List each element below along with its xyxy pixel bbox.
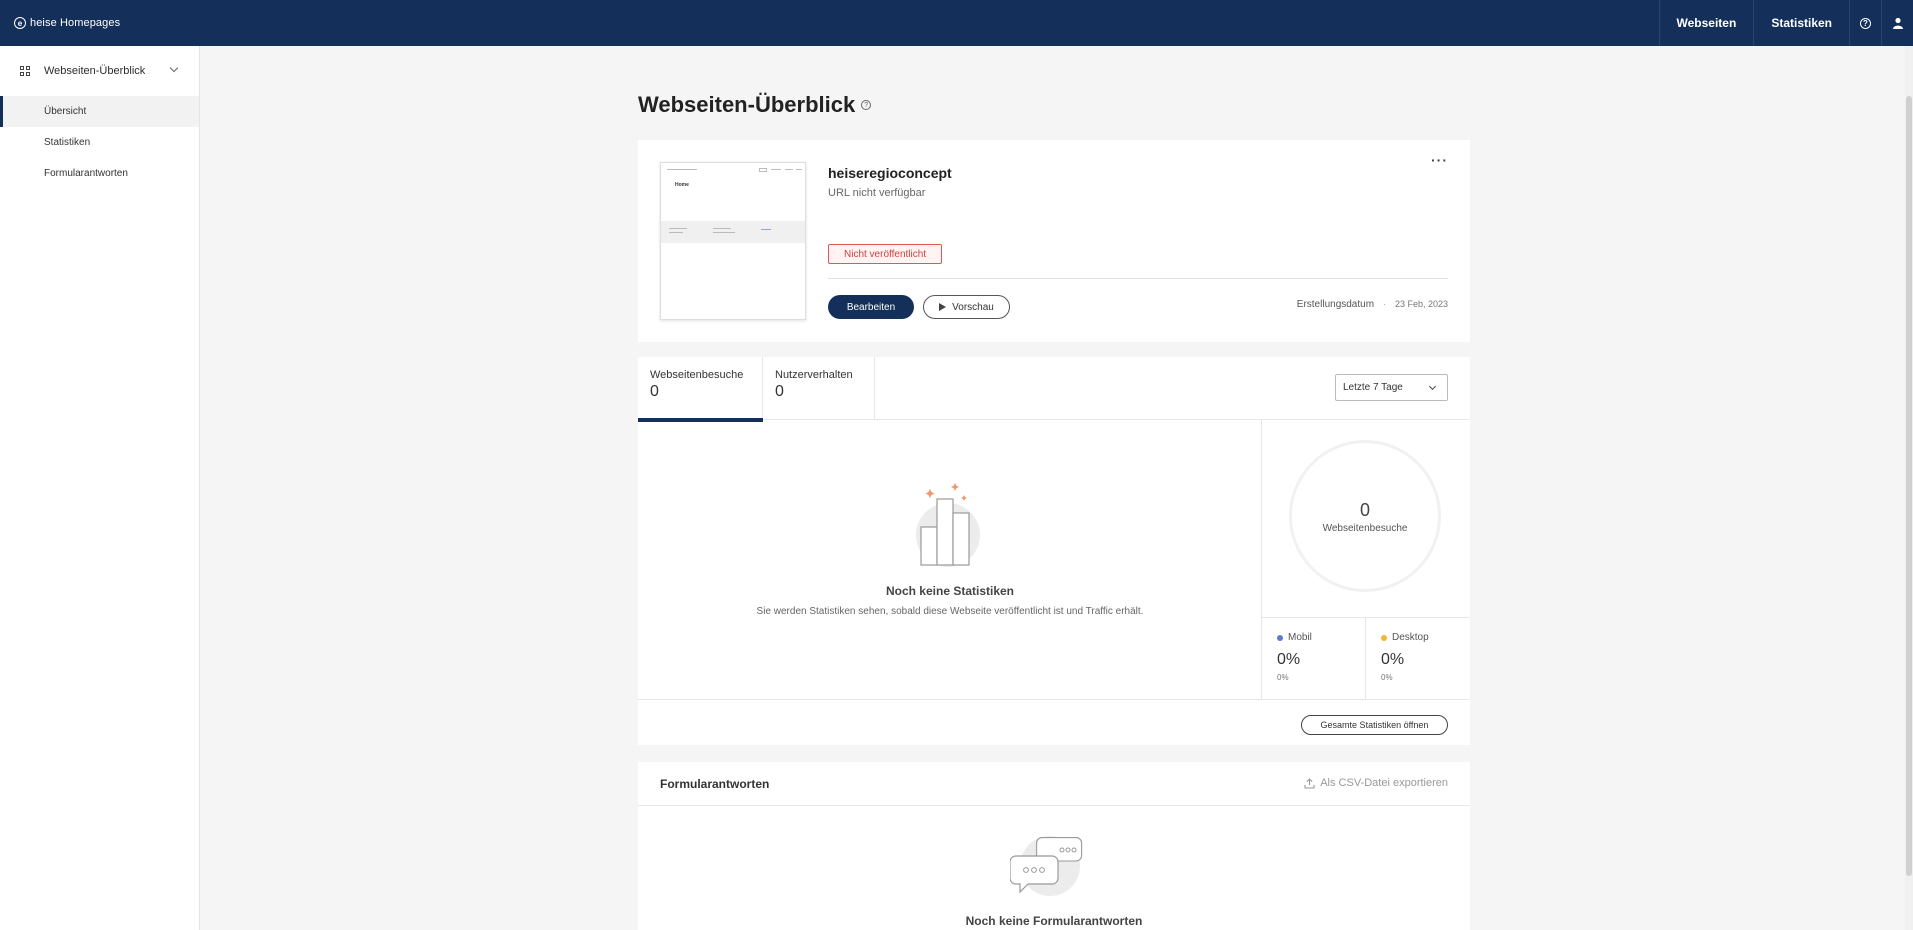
empty-stats-title: Noch keine Statistiken (885, 584, 1015, 598)
upload-icon (1304, 777, 1315, 789)
tab-value: 0 (650, 383, 750, 401)
info-icon[interactable]: ? (861, 100, 872, 110)
website-name: heiseregioconcept (828, 165, 952, 181)
visits-label: Webseitenbesuche (1322, 523, 1408, 534)
preview-label: Vorschau (952, 301, 994, 313)
separator-dot: · (1382, 299, 1387, 310)
empty-stats-text: Sie werden Statistiken sehen, sobald die… (756, 606, 1144, 617)
preview-button[interactable]: Vorschau (923, 295, 1010, 319)
website-card: Home heiseregioconcept URL nicht verfügb… (638, 140, 1470, 342)
thumbnail-band-link (761, 229, 771, 230)
thumbnail-nav-box (759, 168, 767, 172)
top-bar: e heise Homepages Webseiten Statistiken … (0, 0, 1913, 46)
nav-statistiken[interactable]: Statistiken (1753, 0, 1849, 46)
thumbnail-title: Home (675, 182, 689, 188)
form-responses-title: Formularantworten (660, 777, 770, 791)
desktop-share: Desktop 0% 0% (1366, 618, 1470, 700)
desktop-label-row: Desktop (1381, 632, 1455, 643)
logo[interactable]: e heise Homepages (0, 17, 120, 29)
account-button[interactable] (1881, 0, 1913, 46)
help-button[interactable]: ? (1849, 0, 1881, 46)
sidebar-item-statistiken[interactable]: Statistiken (0, 127, 199, 158)
form-responses-card: Formularantworten Als CSV-Datei exportie… (638, 762, 1470, 930)
tab-label: Nutzerverhalten (775, 369, 853, 381)
export-csv-button[interactable]: Als CSV-Datei exportieren (1304, 777, 1448, 789)
scrollbar-thumb[interactable] (1906, 96, 1912, 876)
creation-date-value: 23 Feb, 2023 (1394, 299, 1448, 309)
nav-webseiten[interactable]: Webseiten (1658, 0, 1754, 46)
page-title-text: Webseiten-Überblick (638, 92, 856, 117)
sidebar-item-formularantworten[interactable]: Formularantworten (0, 158, 199, 189)
thumbnail-band-line (713, 228, 731, 229)
top-nav: Webseiten Statistiken ? (1658, 0, 1913, 46)
visits-donut: 0 Webseitenbesuche (1289, 440, 1441, 592)
date-range-select[interactable]: Letzte 7 Tage (1335, 374, 1448, 401)
sidebar-section-label: Webseiten-Überblick (44, 65, 146, 77)
stats-tabs: Webseitenbesuche 0 Nutzerverhalten 0 Let… (638, 357, 1470, 422)
tab-label: Webseitenbesuche (650, 369, 744, 381)
mobile-legend-dot (1277, 634, 1283, 641)
user-icon (1892, 17, 1903, 29)
website-thumbnail[interactable]: Home (660, 162, 806, 320)
mobile-label: Mobil (1288, 632, 1312, 643)
page-title: Webseiten-Überblick ? (638, 92, 872, 118)
play-icon (939, 303, 947, 311)
thumbnail-band-line (713, 232, 735, 233)
chevron-down-icon (1428, 382, 1437, 391)
open-statistics-button[interactable]: Gesamte Statistiken öffnen (1301, 715, 1448, 735)
tab-nutzerverhalten[interactable]: Nutzerverhalten 0 (763, 357, 875, 420)
thumbnail-band-line (669, 228, 687, 229)
tab-value-number: 0 (775, 383, 784, 400)
status-badge: Nicht veröffentlicht (828, 244, 943, 264)
statistics-card: Webseitenbesuche 0 Nutzerverhalten 0 Let… (638, 357, 1470, 745)
help-icon: ? (1860, 17, 1871, 29)
tab-value: 0 (775, 383, 862, 401)
creation-date-label: Erstellungsdatum (1296, 299, 1375, 310)
sidebar: Webseiten-Überblick Übersicht Statistike… (0, 46, 200, 930)
heise-logo-icon: e (14, 17, 26, 29)
chevron-down-icon (169, 63, 179, 73)
card-divider (828, 278, 1448, 279)
sidebar-section-toggle[interactable]: Webseiten-Überblick (0, 46, 199, 96)
visits-total: 0 (1359, 500, 1370, 520)
stats-chart-area: Noch keine Statistiken Sie werden Statis… (638, 420, 1262, 700)
thumbnail-band (661, 221, 805, 243)
thumbnail-nav-line (771, 169, 781, 170)
export-csv-label: Als CSV-Datei exportieren (1320, 777, 1448, 789)
mobile-sub: 0% (1277, 673, 1289, 682)
chat-bubbles-icon (1010, 836, 1083, 896)
desktop-legend-dot (1381, 634, 1387, 641)
thumbnail-nav-line (796, 169, 802, 170)
mobile-percent: 0% (1277, 651, 1301, 668)
dashboard-icon (20, 66, 30, 76)
logo-text: heise Homepages (30, 17, 121, 29)
website-url: URL nicht verfügbar (828, 187, 926, 199)
visits-summary: 0 Webseitenbesuche (1262, 420, 1470, 618)
thumbnail-band-line (669, 232, 683, 233)
tab-webseitenbesuche[interactable]: Webseitenbesuche 0 (638, 357, 763, 422)
thumbnail-nav-line (785, 169, 793, 170)
edit-button[interactable]: Bearbeiten (828, 295, 914, 319)
desktop-label: Desktop (1392, 632, 1429, 643)
bar-chart-sparkle-icon (916, 483, 980, 567)
tab-value-number: 0 (650, 383, 659, 400)
mobile-share: Mobil 0% 0% (1262, 618, 1366, 700)
mobile-label-row: Mobil (1277, 632, 1350, 643)
date-range-value: Letzte 7 Tage (1343, 382, 1403, 393)
desktop-percent: 0% (1381, 651, 1405, 668)
thumbnail-logo-line (667, 169, 697, 170)
more-options-icon[interactable]: ··· (1431, 152, 1448, 168)
desktop-sub: 0% (1381, 673, 1393, 682)
page-scrollbar[interactable] (1905, 46, 1913, 930)
creation-date: Erstellungsdatum · 23 Feb, 2023 (1297, 299, 1448, 310)
form-responses-header: Formularantworten Als CSV-Datei exportie… (638, 762, 1470, 806)
empty-forms-title: Noch keine Formularantworten (965, 914, 1143, 928)
sidebar-item-uebersicht[interactable]: Übersicht (0, 96, 199, 127)
